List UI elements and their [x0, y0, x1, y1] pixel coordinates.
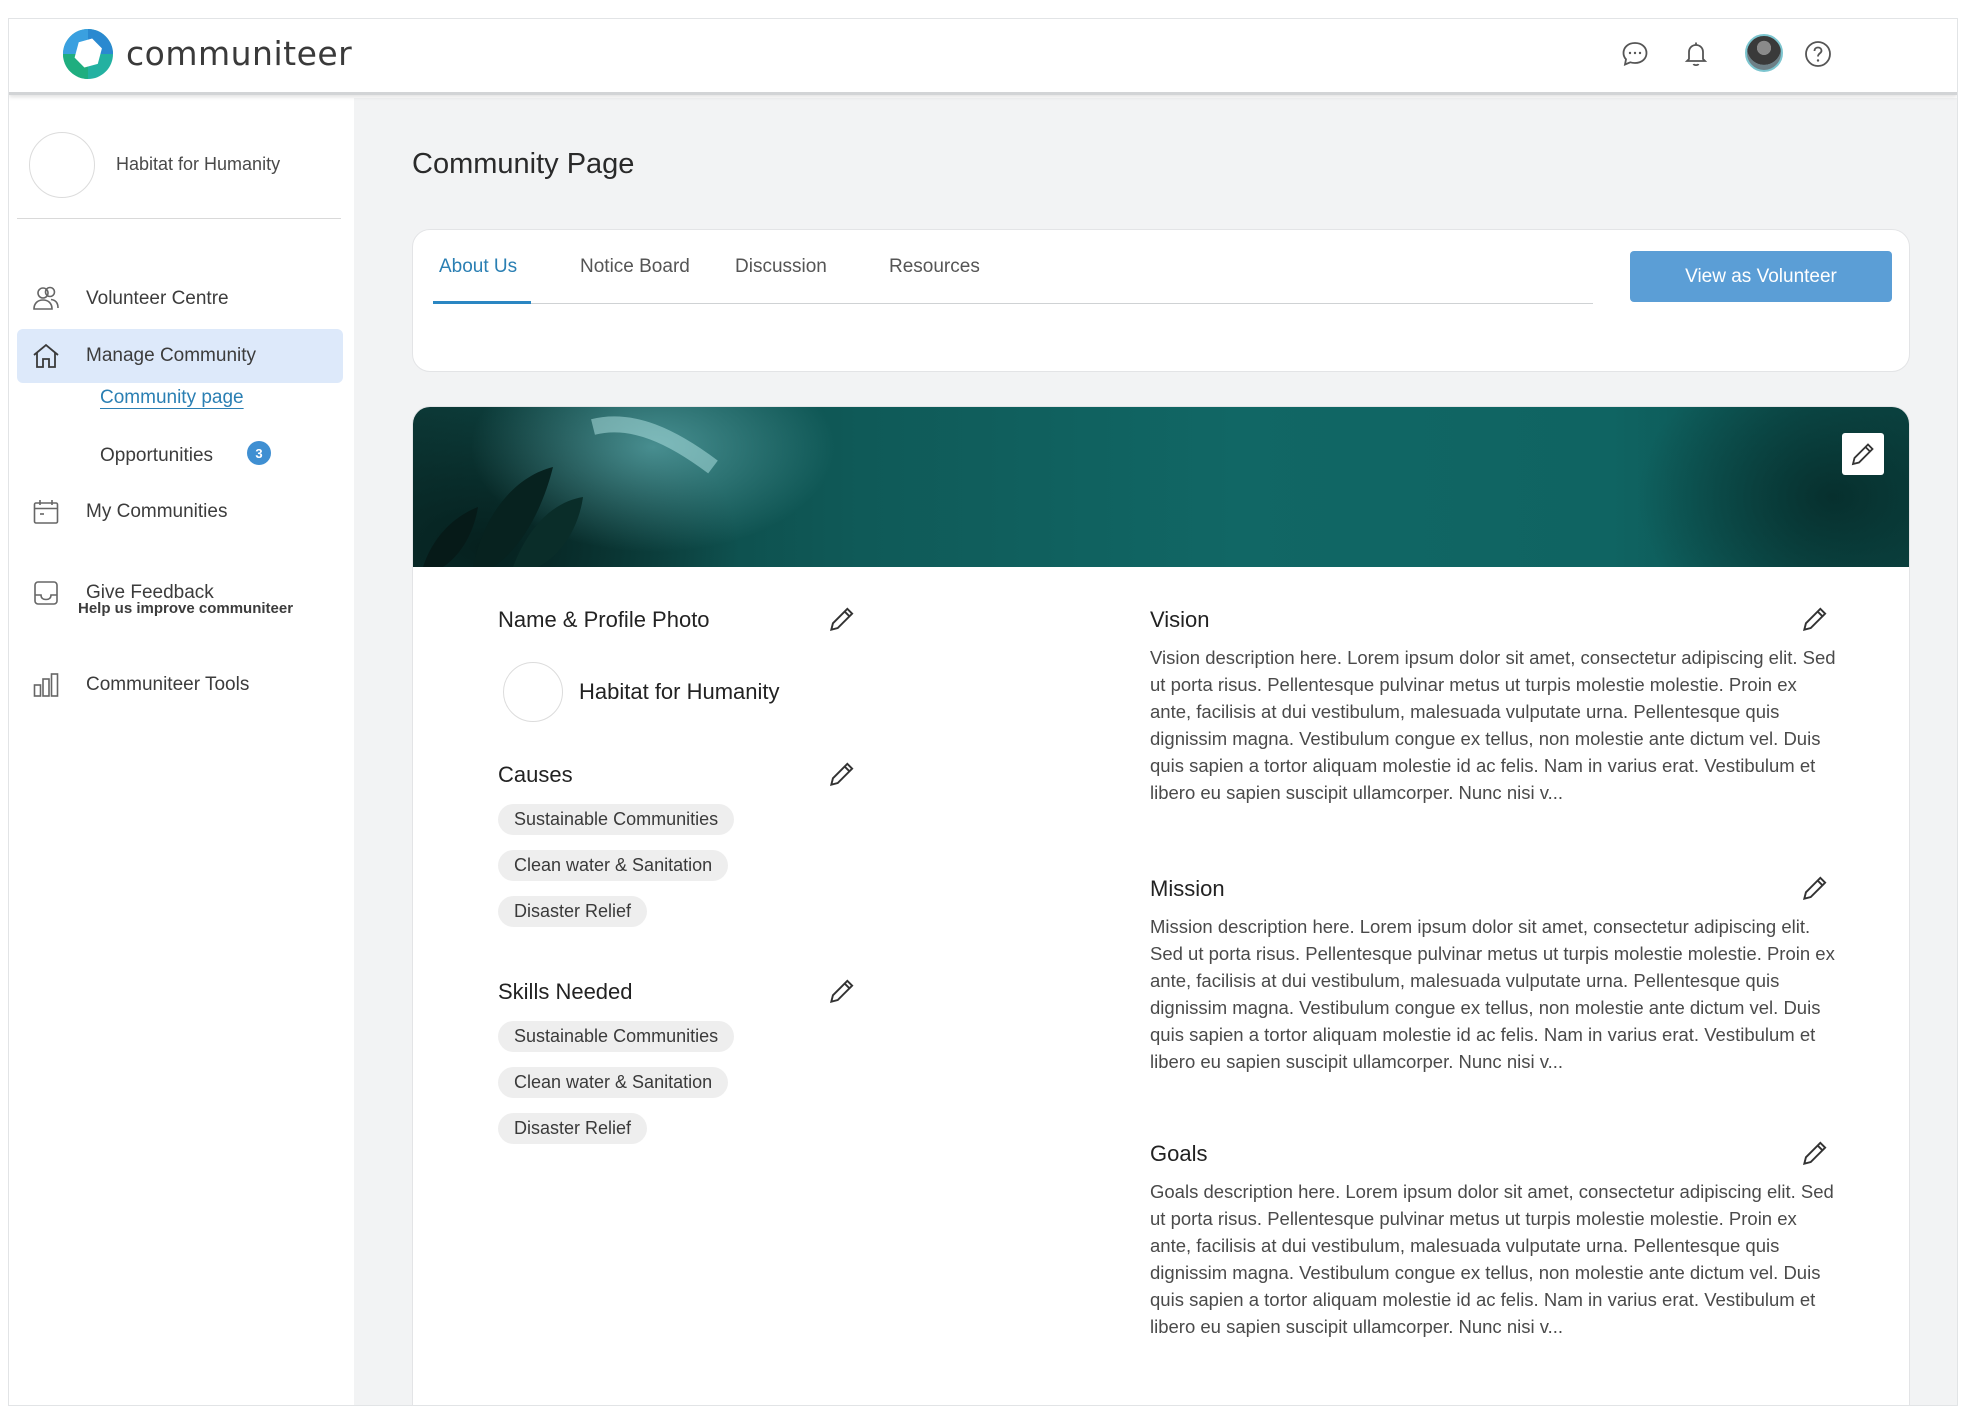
page-title: Community Page [412, 148, 635, 180]
sidebar-item-my-communities[interactable]: My Communities [17, 485, 343, 539]
active-tab-indicator [433, 301, 531, 304]
user-avatar[interactable] [1745, 34, 1783, 72]
view-as-volunteer-button[interactable]: View as Volunteer [1630, 251, 1892, 302]
profile-name: Habitat for Humanity [579, 679, 780, 704]
mission-description: Mission description here. Lorem ipsum do… [1150, 916, 1835, 1072]
pencil-icon [1851, 443, 1874, 466]
calendar-icon [33, 500, 59, 524]
tab-resources[interactable]: Resources [889, 256, 980, 278]
sidebar-subitem-opportunities[interactable]: Opportunities [100, 445, 213, 467]
main-content: Community Page About Us Notice Board Dis… [354, 98, 1957, 1405]
sidebar-subitem-community-page[interactable]: Community page [100, 387, 244, 409]
brand-name: communiteer [126, 34, 353, 73]
mission-section-title: Mission [1150, 876, 1225, 901]
cover-banner-image [413, 407, 1909, 567]
org-name: Habitat for Humanity [116, 154, 281, 174]
chart-icon [33, 673, 59, 697]
chat-icon[interactable] [1618, 37, 1652, 71]
vision-section-title: Vision [1150, 607, 1210, 632]
sidebar-divider [17, 218, 341, 219]
tab-divider [433, 303, 1593, 304]
edit-goals-pencil-icon[interactable] [1799, 1137, 1831, 1169]
sidebar-item-communiteer-tools[interactable]: Communiteer Tools [17, 658, 343, 712]
home-icon [33, 343, 59, 368]
banner-leaves-decoration [423, 416, 718, 567]
about-us-card: Name & Profile Photo Habitat for Humanit… [412, 406, 1910, 1405]
profile-photo[interactable] [503, 662, 563, 722]
sidebar-item-volunteer-centre[interactable]: Volunteer Centre [17, 272, 343, 326]
org-avatar [29, 132, 95, 198]
app-window: communiteer Habitat for Humanity Volunte… [8, 18, 1958, 1406]
org-header[interactable]: Habitat for Humanity [29, 132, 349, 202]
edit-vision-pencil-icon[interactable] [1799, 603, 1831, 635]
sidebar-item-label: My Communities [86, 501, 228, 522]
tabs-card: About Us Notice Board Discussion Resourc… [412, 229, 1910, 372]
edit-causes-pencil-icon[interactable] [826, 758, 858, 790]
cause-chip: Disaster Relief [498, 896, 648, 927]
edit-mission-pencil-icon[interactable] [1799, 872, 1831, 904]
causes-section-title: Causes [498, 762, 573, 787]
sidebar-item-label: Manage Community [86, 345, 257, 366]
communiteer-logo-icon[interactable] [62, 28, 114, 80]
cause-chip: Sustainable Communities [498, 804, 735, 835]
top-bar: communiteer [9, 19, 1957, 95]
sidebar-item-manage-community[interactable]: Manage Community [17, 329, 343, 383]
vision-description: Vision description here. Lorem ipsum dol… [1150, 647, 1836, 803]
edit-banner-button[interactable] [1842, 433, 1884, 475]
cause-chip: Clean water & Sanitation [498, 850, 729, 881]
skills-section-title: Skills Needed [498, 979, 633, 1004]
goals-section-title: Goals [1150, 1141, 1208, 1166]
skill-chip: Disaster Relief [498, 1113, 648, 1144]
sidebar-item-label: Volunteer Centre [86, 288, 229, 309]
give-feedback-subtitle: Help us improve communiteer [78, 600, 294, 617]
sidebar-item-label: Communiteer Tools [86, 674, 250, 695]
bell-icon[interactable] [1679, 37, 1713, 71]
tab-notice-board[interactable]: Notice Board [580, 256, 690, 278]
users-icon [33, 286, 59, 310]
opportunities-count-badge: 3 [247, 441, 271, 465]
edit-skills-pencil-icon[interactable] [826, 975, 858, 1007]
edit-profile-pencil-icon[interactable] [826, 603, 858, 635]
goals-description: Goals description here. Lorem ipsum dolo… [1150, 1181, 1834, 1337]
tab-about-us[interactable]: About Us [439, 256, 517, 278]
inbox-icon [34, 581, 58, 605]
help-icon[interactable] [1801, 37, 1835, 71]
skill-chip: Clean water & Sanitation [498, 1067, 729, 1098]
profile-section-title: Name & Profile Photo [498, 607, 710, 632]
tab-discussion[interactable]: Discussion [735, 256, 827, 278]
sidebar: Habitat for Humanity Volunteer Centre Ma… [9, 98, 354, 1405]
skill-chip: Sustainable Communities [498, 1021, 735, 1052]
